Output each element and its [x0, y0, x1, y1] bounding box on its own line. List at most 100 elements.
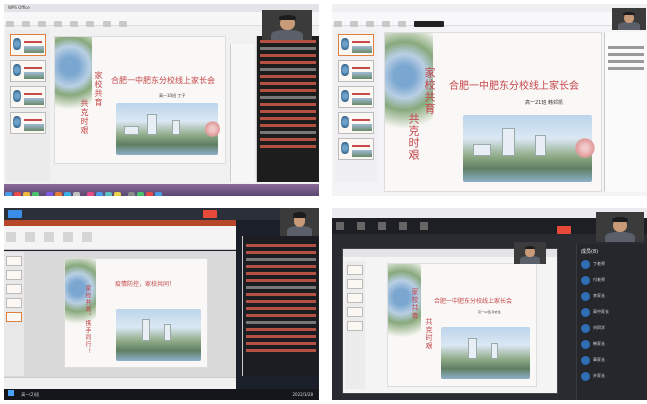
avatar — [581, 323, 590, 333]
start-icon[interactable] — [8, 390, 14, 396]
webcam-preview — [280, 208, 319, 236]
open-icon[interactable] — [22, 21, 31, 27]
chat-panel — [242, 236, 319, 376]
chat-icon[interactable] — [420, 222, 429, 230]
end-meeting-button[interactable] — [203, 210, 218, 218]
properties-panel — [604, 32, 647, 192]
insert-icon[interactable] — [86, 21, 95, 27]
ribbon-button[interactable] — [25, 232, 36, 242]
shared-webcam-preview — [514, 242, 546, 264]
ppt-statusbar — [4, 377, 236, 389]
new-icon[interactable] — [334, 21, 342, 27]
slide-thumbnail[interactable] — [6, 298, 22, 308]
slide-thumbnails — [345, 261, 365, 389]
members-icon[interactable] — [399, 222, 408, 230]
slide-thumbnails — [334, 30, 378, 182]
slide-subtitle: 高一21班 韩邓凯 — [525, 100, 563, 106]
slide-thumbnail[interactable] — [347, 307, 363, 317]
ribbon-button[interactable] — [82, 232, 93, 242]
webcam-preview — [612, 8, 646, 30]
slide-thumbnails — [6, 30, 50, 182]
participant-item[interactable]: 刘同学 — [581, 322, 637, 334]
webcam-preview — [262, 10, 312, 40]
avatar — [581, 339, 590, 349]
share-icon[interactable] — [378, 222, 387, 230]
participant-item[interactable]: 李家长 — [581, 290, 637, 302]
slide-thumbnail[interactable] — [347, 279, 363, 289]
save-icon[interactable] — [38, 21, 47, 27]
undo-icon[interactable] — [382, 21, 391, 27]
ribbon-button[interactable] — [63, 232, 74, 242]
participant-item[interactable]: 付老师 — [581, 274, 637, 286]
ribbon-button[interactable] — [6, 232, 16, 242]
main-slide: 家校共育 共克时艰 合肥一中肥东分校线上家长会 高一21班 韩邓凯 — [384, 32, 602, 192]
screenshot-wps-slide-view: 家校共育 共克时艰 合肥一中肥东分校线上家长会 高一21班 韩邓凯 — [332, 4, 647, 196]
slide-thumbnail[interactable] — [338, 138, 374, 160]
undo-icon[interactable] — [54, 21, 63, 27]
taskbar-item[interactable]: 高一(2)班 — [21, 392, 39, 397]
slide-title: 合肥一中肥东分校线上家长会 — [111, 76, 215, 85]
redo-icon[interactable] — [70, 21, 79, 27]
slide-thumbnail[interactable] — [338, 86, 374, 108]
camera-icon[interactable] — [357, 222, 366, 230]
slide-thumbnail[interactable] — [10, 112, 46, 134]
new-icon[interactable] — [6, 21, 14, 27]
properties-panel — [230, 44, 254, 182]
slide-thumbnail[interactable] — [6, 284, 22, 294]
participant-item[interactable]: 高中家长 — [581, 306, 637, 318]
main-slide: 家校共育 共克时艰 合肥一中肥东分校线上家长会 高一12班 孙亦生 — [387, 263, 537, 387]
participants-panel: 成员(8) 丁老师 付老师 李家长 高中家长 刘同学 韩家长 章家长 许家长 — [576, 244, 647, 400]
slide-thumbnail[interactable] — [10, 34, 46, 56]
slide-thumbnail[interactable] — [6, 256, 22, 266]
participant-item[interactable]: 许家长 — [581, 370, 637, 382]
meeting-topbar — [4, 208, 319, 220]
meeting-toolbar[interactable] — [414, 21, 445, 27]
campus-photo — [116, 308, 202, 361]
slide-thumbnail[interactable] — [347, 321, 363, 331]
webcam-preview — [596, 212, 644, 242]
shared-screen: 家校共育 共克时艰 合肥一中肥东分校线上家长会 高一12班 孙亦生 — [342, 248, 558, 394]
main-slide: 家校共育，携手同行！ 疫情防控，家校共同！ — [64, 258, 208, 368]
chat-panel — [256, 36, 319, 182]
app-title: WPS Office — [8, 5, 30, 10]
slide-vertical-right: 共克时艰 — [425, 318, 433, 350]
mac-dock — [4, 184, 319, 196]
rose-decoration — [575, 137, 595, 160]
slide-vertical-left: 家校共育 — [94, 71, 103, 107]
campus-photo — [441, 327, 531, 379]
avatar — [581, 371, 590, 381]
campus-photo — [462, 115, 593, 182]
participant-item[interactable]: 丁老师 — [581, 258, 637, 270]
open-icon[interactable] — [350, 21, 359, 27]
slide-vertical-text: 家校共育，携手同行！ — [84, 285, 91, 355]
slide-thumbnail[interactable] — [6, 312, 22, 322]
screenshot-powerpoint-meeting: 家校共育，携手同行！ 疫情防控，家校共同！ 高一(2)班 2022/3/28 — [4, 208, 319, 400]
slide-thumbnails — [4, 252, 24, 376]
slide-thumbnail[interactable] — [6, 270, 22, 280]
app-titlebar — [332, 4, 647, 12]
avatar — [581, 355, 590, 365]
ribbon-button[interactable] — [44, 232, 55, 242]
slide-title: 疫情防控，家校共同！ — [115, 281, 176, 288]
format-icon[interactable] — [102, 21, 111, 27]
save-icon[interactable] — [366, 21, 375, 27]
slide-vertical-left: 家校共育 — [423, 67, 436, 115]
slide-thumbnail[interactable] — [10, 86, 46, 108]
campus-photo — [116, 102, 219, 156]
participant-item[interactable]: 韩家长 — [581, 338, 637, 350]
slide-thumbnail[interactable] — [338, 112, 374, 134]
windows-taskbar: 高一(2)班 2022/3/28 — [4, 389, 319, 400]
play-icon[interactable] — [118, 21, 127, 27]
slide-thumbnail[interactable] — [338, 60, 374, 82]
slide-subtitle: 高一12班 孙亦生 — [478, 310, 501, 314]
slide-thumbnail[interactable] — [10, 60, 46, 82]
screenshot-meeting-app: 家校共育 共克时艰 合肥一中肥东分校线上家长会 高一12班 孙亦生 成员(8) … — [332, 208, 647, 400]
slide-vertical-right: 共克时艰 — [80, 99, 89, 135]
insert-icon[interactable] — [398, 21, 407, 27]
end-meeting-button[interactable] — [557, 226, 572, 234]
slide-thumbnail[interactable] — [338, 34, 374, 56]
mic-icon[interactable] — [336, 222, 344, 230]
slide-thumbnail[interactable] — [347, 265, 363, 275]
slide-thumbnail[interactable] — [347, 293, 363, 303]
participant-item[interactable]: 章家长 — [581, 354, 637, 366]
